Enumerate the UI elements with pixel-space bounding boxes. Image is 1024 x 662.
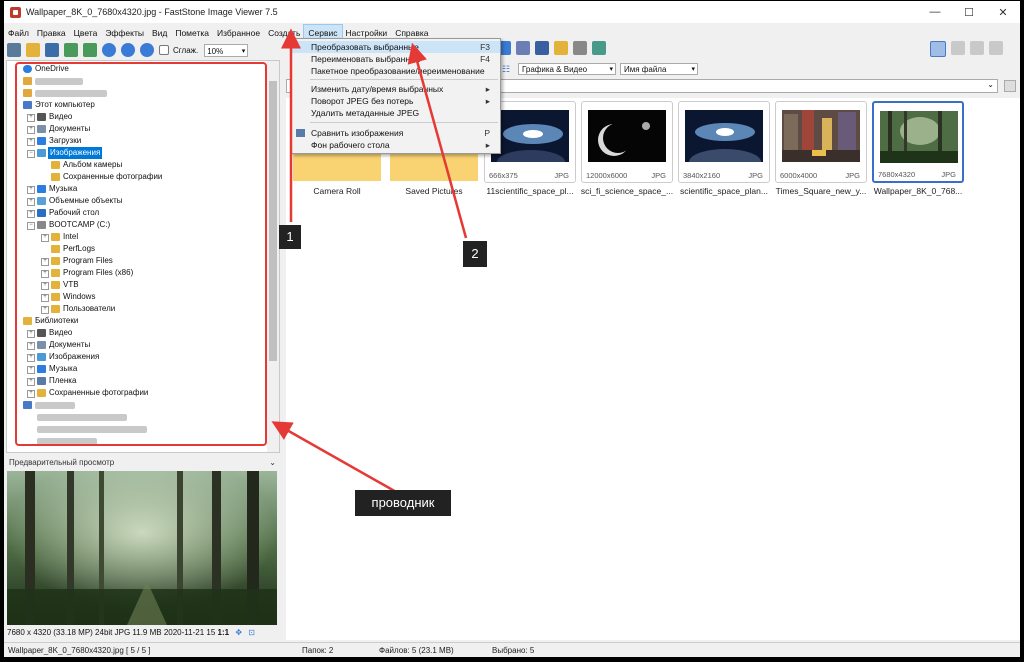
callout-1: 1 — [279, 225, 301, 249]
annotation-arrows — [271, 28, 468, 495]
arrow-2 — [407, 42, 468, 239]
callout-2: 2 — [463, 241, 487, 267]
callout-explorer: проводник — [355, 490, 451, 516]
arrow-explorer — [271, 421, 399, 495]
